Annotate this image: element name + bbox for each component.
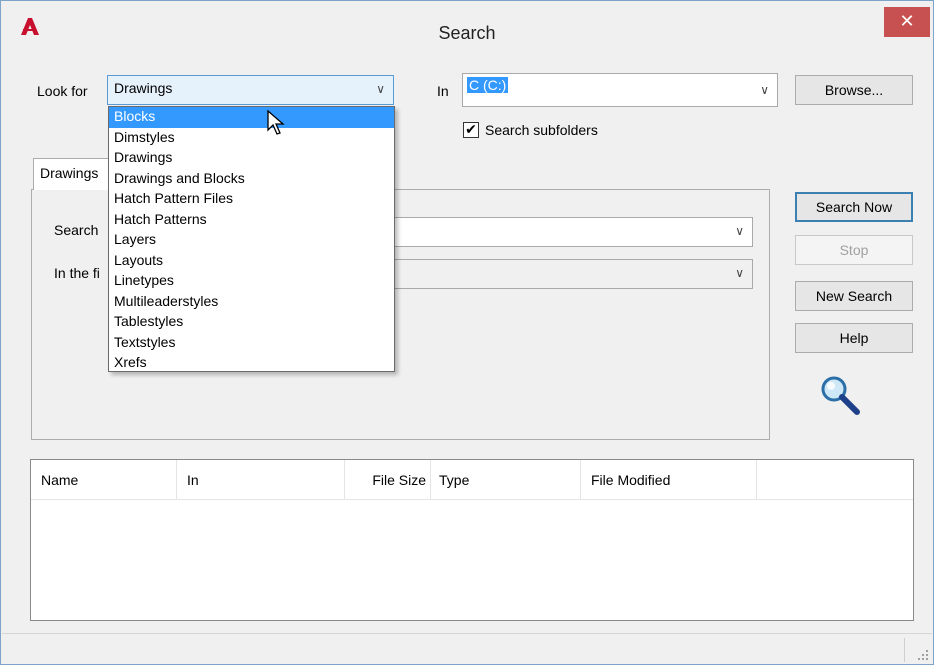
chevron-down-icon: ∨ [735, 266, 744, 280]
search-subfolders-label: Search subfolders [485, 122, 598, 138]
chevron-down-icon: ∨ [760, 83, 769, 97]
dropdown-option-tablestyles[interactable]: Tablestyles [109, 312, 394, 333]
dropdown-option-dimstyles[interactable]: Dimstyles [109, 128, 394, 149]
column-header-in[interactable]: In [177, 460, 345, 500]
column-header-file-modified[interactable]: File Modified [581, 460, 757, 500]
dropdown-option-blocks[interactable]: Blocks [109, 107, 394, 128]
results-header: Name In File Size Type File Modified [31, 460, 913, 500]
search-subfolders-checkbox[interactable]: ✔ [463, 122, 479, 138]
search-for-select[interactable]: ∨ [386, 217, 753, 247]
look-for-value: Drawings [114, 80, 173, 96]
new-search-button[interactable]: New Search [795, 281, 913, 311]
mouse-pointer-icon [267, 110, 285, 135]
status-bar-divider [904, 638, 905, 662]
dropdown-option-drawings[interactable]: Drawings [109, 148, 394, 169]
tab-drawings[interactable]: Drawings [33, 158, 115, 190]
dropdown-option-layers[interactable]: Layers [109, 230, 394, 251]
column-header-type[interactable]: Type [431, 460, 581, 500]
in-drive-select[interactable]: C (C:) ∨ [462, 73, 778, 107]
stop-button[interactable]: Stop [795, 235, 913, 265]
in-the-field-label: In the fi [54, 265, 100, 281]
search-now-button[interactable]: Search Now [795, 192, 913, 222]
chevron-down-icon: ∨ [376, 82, 385, 96]
dropdown-option-hatch-pattern-files[interactable]: Hatch Pattern Files [109, 189, 394, 210]
dropdown-option-layouts[interactable]: Layouts [109, 251, 394, 272]
results-list[interactable]: Name In File Size Type File Modified [30, 459, 914, 621]
look-for-label: Look for [37, 83, 88, 99]
search-dialog: Search ✕ Look for Drawings ∨ In C (C:) ∨… [0, 0, 934, 665]
checkmark-icon: ✔ [465, 121, 477, 137]
chevron-down-icon: ∨ [735, 224, 744, 238]
dropdown-option-xrefs[interactable]: Xrefs [109, 353, 394, 374]
dropdown-option-hatch-patterns[interactable]: Hatch Patterns [109, 210, 394, 231]
tab-drawings-label: Drawings [40, 165, 99, 181]
column-header-file-size[interactable]: File Size [345, 460, 431, 500]
dropdown-option-drawings-and-blocks[interactable]: Drawings and Blocks [109, 169, 394, 190]
help-button[interactable]: Help [795, 323, 913, 353]
window-title: Search [438, 23, 496, 43]
look-for-dropdown-list[interactable]: Blocks Dimstyles Drawings Drawings and B… [108, 106, 395, 372]
dropdown-option-textstyles[interactable]: Textstyles [109, 333, 394, 354]
column-header-name[interactable]: Name [31, 460, 177, 500]
in-drive-value: C (C:) [467, 77, 509, 93]
close-button[interactable]: ✕ [884, 7, 930, 37]
browse-button[interactable]: Browse... [795, 75, 913, 105]
magnifier-icon [821, 376, 860, 415]
in-the-field-select[interactable]: ∨ [386, 259, 753, 289]
in-label: In [437, 83, 449, 99]
search-for-label: Search [54, 222, 99, 238]
resize-grip-icon[interactable] [917, 649, 929, 661]
dropdown-option-linetypes[interactable]: Linetypes [109, 271, 394, 292]
look-for-select[interactable]: Drawings ∨ [107, 75, 394, 105]
title-bar: Search ✕ [1, 1, 933, 57]
status-bar [2, 633, 932, 664]
dropdown-option-multileaderstyles[interactable]: Multileaderstyles [109, 292, 394, 313]
